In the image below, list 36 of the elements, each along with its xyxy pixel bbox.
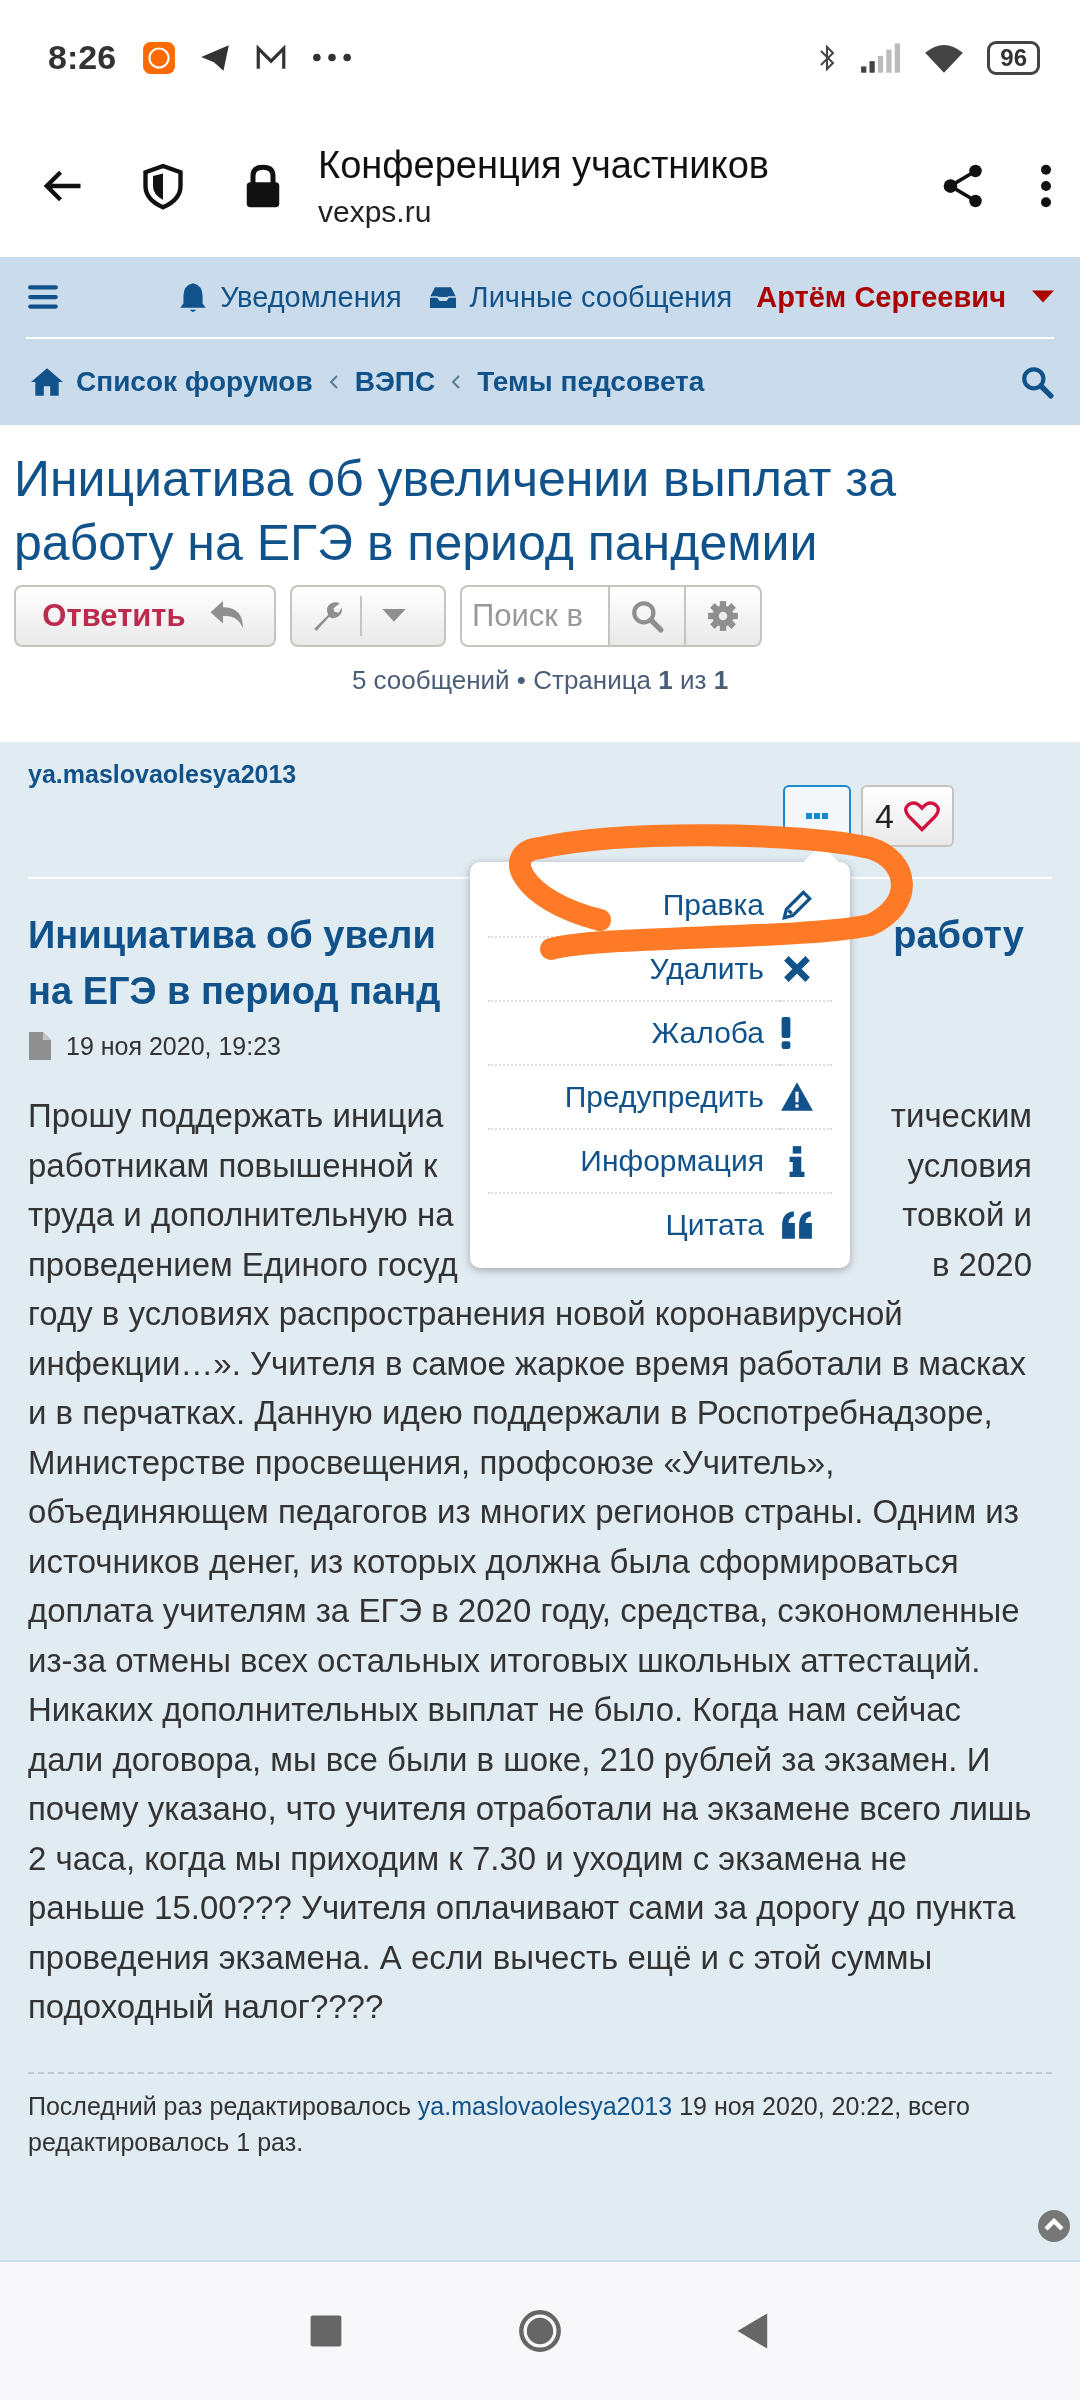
menu-item[interactable]: Предупредить	[488, 1066, 780, 1130]
post-text: в 2020	[931, 1244, 1032, 1285]
messages-link[interactable]: Личные сообщения	[469, 280, 733, 314]
post-text: труда и дополнительную на	[28, 1195, 454, 1235]
reply-button[interactable]: Ответить	[14, 585, 276, 647]
post-date: 19 ноя 2020, 19:23	[66, 1031, 281, 1061]
url-text: vexps.ru	[318, 194, 433, 229]
breadcrumb-link[interactable]: ВЭПС	[354, 366, 436, 398]
breadcrumb-link[interactable]: Темы педсовета	[477, 366, 705, 398]
post-text: проведением Единого госуд	[28, 1244, 458, 1285]
topic-title: Инициатива об увеличении выплат за работу на ЕГЭ в период пандемии	[14, 450, 898, 573]
post-text: тическим	[890, 1096, 1032, 1136]
post-heading: на ЕГЭ в период панд	[28, 969, 441, 1013]
post-heading: работу	[893, 913, 1024, 957]
battery-indicator: 96	[987, 40, 1040, 75]
post-text: товкой и	[902, 1195, 1032, 1235]
notifications-link[interactable]: Уведомления	[220, 280, 402, 314]
clock: 8:26	[48, 38, 117, 77]
search-field[interactable]: Поиск в	[460, 585, 610, 647]
menu-item[interactable]: Удалить	[488, 938, 780, 1002]
menu-item[interactable]: Правка	[488, 874, 780, 938]
menu-item[interactable]: Информация	[488, 1130, 780, 1194]
page-title: Конференция участников	[318, 143, 770, 187]
user-menu[interactable]: Артём Сергеевич	[756, 280, 1006, 314]
breadcrumb-link[interactable]: Список форумов	[76, 366, 313, 398]
author-link[interactable]: ya.maslovaolesya2013	[417, 2091, 673, 2120]
post-text: работникам повышенной к	[28, 1145, 438, 1186]
like-button[interactable]: 4	[861, 785, 954, 847]
post-text: Прошу поддержать инициа	[28, 1096, 444, 1136]
edit-note: Последний раз редактировалось ya.maslovaolesya2013 19 ноя 2020, 20:22, всего редактировалось 1 раз.	[28, 2090, 971, 2158]
menu-item[interactable]: Цитата	[488, 1194, 780, 1256]
post-heading: Инициатива об увели	[28, 913, 436, 957]
post-text: году в условиях распространения новой коронавирусной инфекции…». Учителя в самое жаркое время работали в масках и в перчатках. Данную идею поддержали в Роспотребнадзоре, Министерстве просвещения, профсоюзе «Учитель», объединяющем педагогов из многих регионов страны. Одним из источников денег, из которых должна была сформироваться доплата учителям за ЕГЭ в 2020 году, средства, сэкономленные из-за отмены всех остальных итоговых школьных аттестаций. Никаких дополнительных выплат не было. Когда нам сейчас дали договора, мы все были в шоке, 210 рублей за экзамен. И почему указано, что учителя отработали на экзамене всего лишь 2 часа, когда мы приходим к 7.30 и уходим с экзамена не раньше 15.00??? Учителя оплачивают сами за дорогу до пункта проведения экзамена. А если вычесть ещё и с этой суммы подоходный налог????	[28, 1294, 1032, 2027]
post-text: условия	[907, 1145, 1032, 1186]
menu-item[interactable]: Жалоба	[488, 1002, 780, 1066]
pagination-info: 5 сообщений • Страница 1 из 1	[350, 665, 730, 696]
